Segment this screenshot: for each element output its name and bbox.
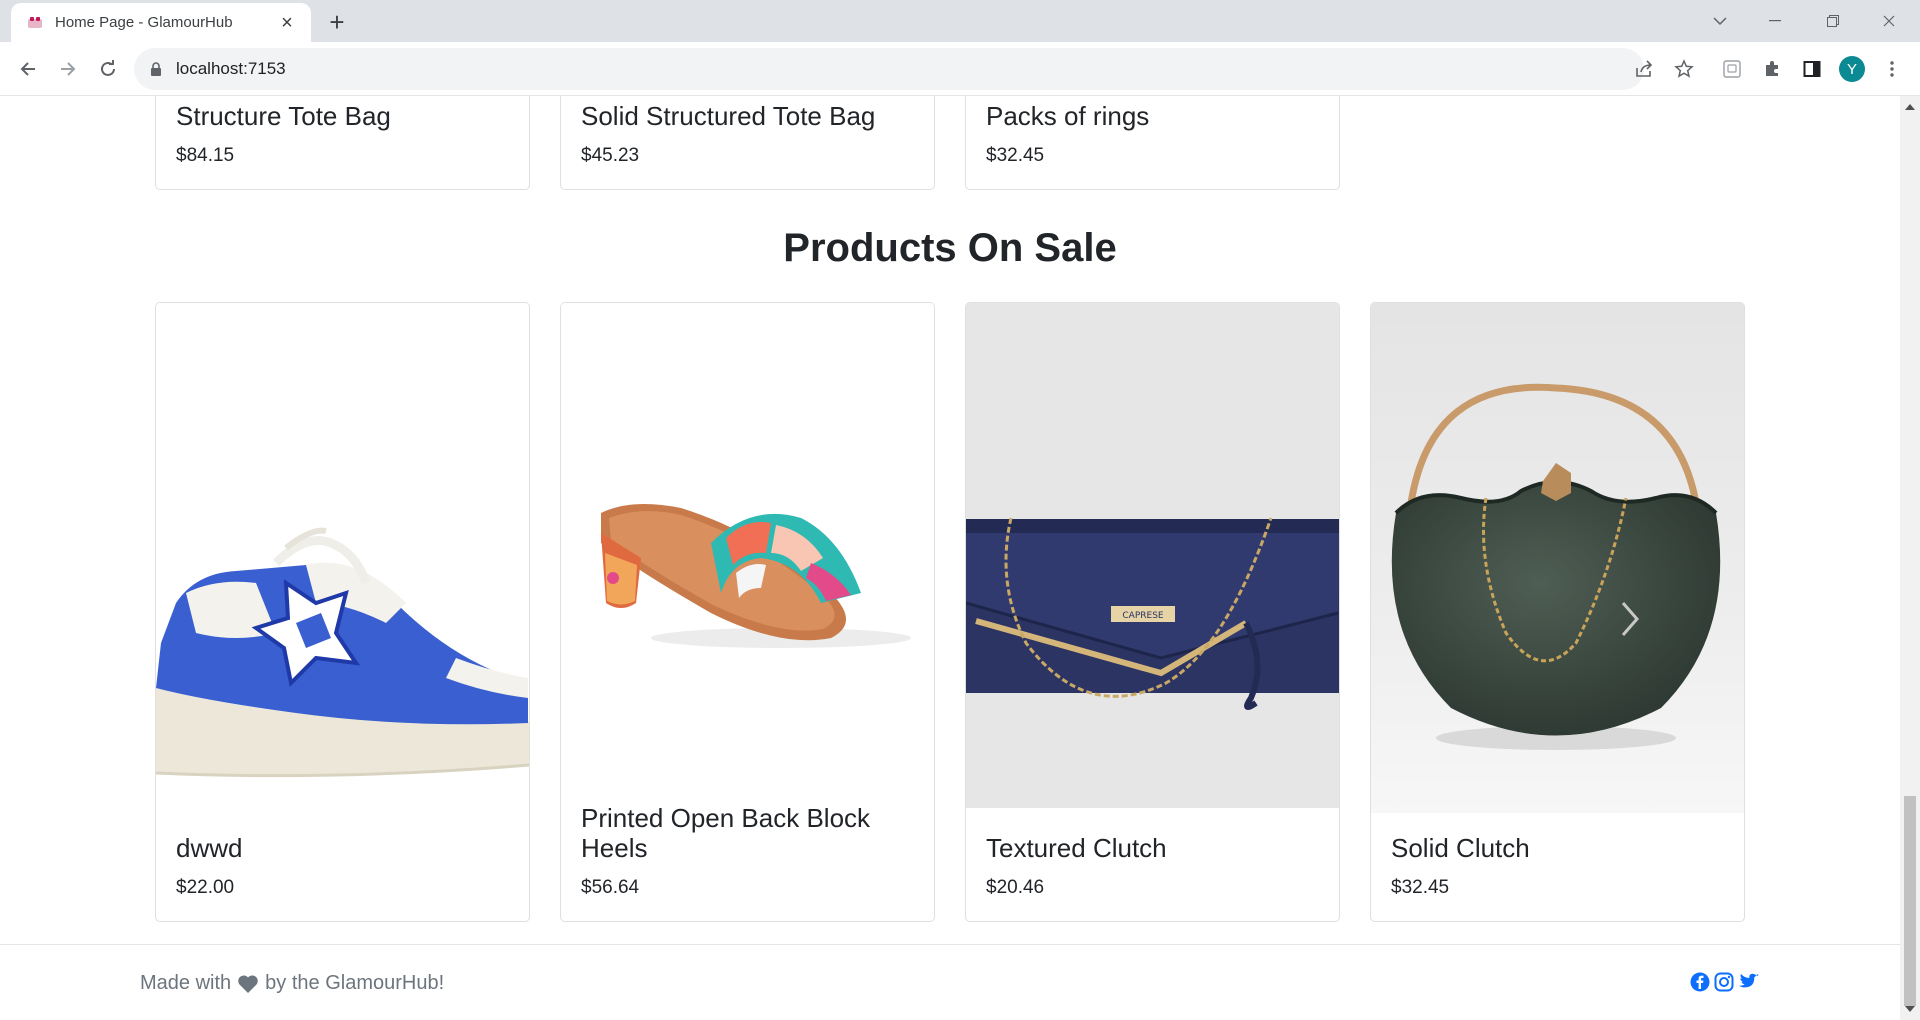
product-price: $32.45 [1391, 877, 1450, 898]
heart-icon [238, 974, 258, 993]
reload-icon [101, 60, 115, 76]
tab-search-chevron-icon[interactable] [1700, 0, 1740, 42]
forward-arrow-icon [61, 62, 76, 76]
product-name: Packs of rings [986, 101, 1150, 131]
tab-title: Home Page - GlamourHub [55, 14, 233, 31]
product-card[interactable]: Printed Open Back Block Heels $56.64 [560, 302, 935, 922]
clutch-image: CAPRESE [966, 303, 1339, 808]
product-name: Solid Structured Tote Bag [581, 101, 876, 131]
close-tab-icon[interactable]: × [275, 13, 299, 33]
product-card[interactable]: Structure Tote Bag $84.15 [155, 96, 530, 190]
scrollbar-thumb[interactable] [1904, 796, 1916, 1006]
side-panel-icon[interactable] [1796, 53, 1828, 85]
footer-divider [0, 944, 1900, 945]
browser-tab[interactable]: Home Page - GlamourHub × [11, 3, 311, 42]
social-links [1690, 972, 1760, 992]
forward-button[interactable] [52, 53, 84, 85]
page-content: Structure Tote Bag $84.15 Solid Structur… [0, 96, 1900, 1020]
minimize-icon[interactable] [1752, 0, 1798, 42]
product-price: $22.00 [176, 877, 235, 898]
back-arrow-icon [20, 62, 35, 76]
extension-page-icon[interactable] [1716, 53, 1748, 85]
twitter-icon[interactable] [1738, 972, 1760, 992]
instagram-icon[interactable] [1714, 972, 1734, 992]
scroll-up-arrow-icon[interactable] [1905, 104, 1915, 110]
product-name: Structure Tote Bag [176, 101, 391, 131]
address-bar[interactable]: localhost:7153 [134, 48, 1644, 90]
product-name: Solid Clutch [1391, 833, 1530, 863]
product-name: Printed Open Back Block Heels [581, 803, 871, 863]
bookmark-star-icon[interactable] [1668, 53, 1700, 85]
footer-made-with: Made with [140, 972, 232, 994]
heel-sandal-image [561, 303, 934, 813]
reload-button[interactable] [92, 53, 124, 85]
product-price: $56.64 [581, 877, 640, 898]
product-card[interactable]: Solid Clutch $32.45 [1370, 302, 1745, 922]
product-image[interactable]: CAPRESE [966, 303, 1339, 808]
product-image[interactable] [561, 303, 934, 813]
product-price: $45.23 [581, 145, 640, 166]
site-favicon [28, 16, 42, 28]
product-card[interactable]: CAPRESE Textured Clutch $20.46 [965, 302, 1340, 922]
profile-avatar[interactable]: Y [1836, 53, 1868, 85]
product-card[interactable]: Packs of rings $32.45 [965, 96, 1340, 190]
product-name: Textured Clutch [986, 833, 1167, 863]
close-window-icon[interactable] [1866, 0, 1912, 42]
new-tab-button[interactable]: + [320, 5, 354, 39]
lock-icon [151, 62, 161, 76]
footer-by-text: by the GlamourHub! [265, 972, 445, 994]
svg-text:CAPRESE: CAPRESE [1122, 611, 1164, 621]
restore-icon[interactable] [1810, 0, 1856, 42]
scroll-down-arrow-icon[interactable] [1905, 1006, 1915, 1012]
back-button[interactable] [12, 53, 44, 85]
product-card[interactable]: dwwd $22.00 [155, 302, 530, 922]
url-text: localhost:7153 [176, 59, 286, 78]
extensions-puzzle-icon[interactable] [1756, 53, 1788, 85]
product-price: $32.45 [986, 145, 1045, 166]
sneaker-image [156, 303, 529, 813]
footer-credit: Made with by the GlamourHub! [140, 972, 444, 995]
chrome-menu-icon[interactable] [1876, 53, 1908, 85]
product-price: $84.15 [176, 145, 235, 166]
round-clutch-image [1371, 303, 1744, 813]
product-image[interactable] [156, 303, 529, 813]
browser-toolbar: localhost:7153 Y [0, 42, 1920, 96]
section-title: Products On Sale [783, 226, 1117, 270]
share-icon[interactable] [1628, 53, 1660, 85]
product-name: dwwd [176, 833, 243, 863]
page-scrollbar[interactable] [1900, 96, 1920, 1020]
product-card[interactable]: Solid Structured Tote Bag $45.23 [560, 96, 935, 190]
product-image[interactable] [1371, 303, 1744, 813]
tab-strip: Home Page - GlamourHub × + [0, 0, 1920, 42]
facebook-icon[interactable] [1690, 972, 1710, 992]
product-price: $20.46 [986, 877, 1045, 898]
